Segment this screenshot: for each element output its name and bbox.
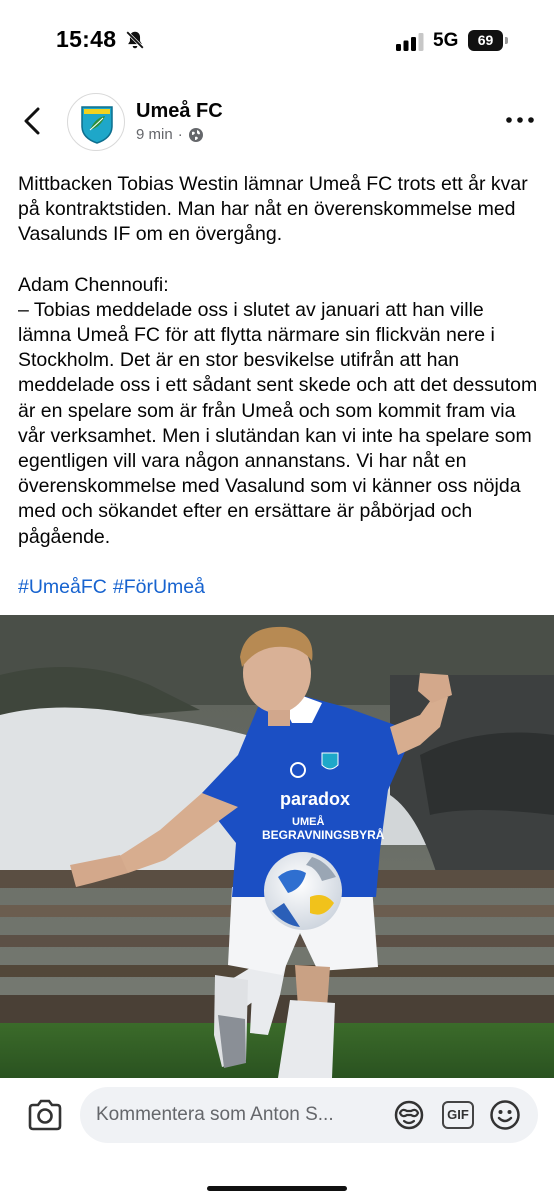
post-header: Umeå FC 9 min · [0,84,554,164]
network-type: 5G [433,30,459,51]
battery-level: 69 [468,30,503,51]
status-time: 15:48 [56,26,117,52]
globe-icon [188,127,203,142]
shirt-sponsor-text: BEGRAVNINGSBYRÅ [262,827,385,842]
battery-indicator: 69 [468,30,508,51]
player-photo: paradox UMEÅ BEGRAVNINGSBYRÅ [0,615,554,1078]
page-avatar[interactable] [67,93,125,151]
shirt-sponsor-text: paradox [280,789,350,809]
post-paragraph: – Tobias meddelade oss i slutet av janua… [18,298,538,548]
status-bar: 15:48 5G 69 [0,0,554,84]
comment-placeholder: Kommentera som Anton S... [96,1104,334,1125]
gif-button[interactable]: GIF [442,1101,474,1129]
emoji-icon[interactable] [489,1099,521,1131]
post-photo[interactable]: paradox UMEÅ BEGRAVNINGSBYRÅ [0,615,554,1078]
home-indicator[interactable] [207,1186,347,1191]
camera-icon[interactable] [26,1098,64,1132]
shirt-sponsor-text: UMEÅ [292,815,324,828]
more-options-icon[interactable] [504,108,536,132]
avatar-sticker-icon[interactable] [392,1099,426,1131]
signal-bars-icon [396,33,424,51]
meta-separator: · [177,126,183,143]
post-time[interactable]: 9 min [136,126,173,143]
post-paragraph: Adam Chennoufi: [18,273,169,296]
page-name[interactable]: Umeå FC [136,100,223,123]
comment-input[interactable]: Kommentera som Anton S... GIF [80,1087,538,1143]
comment-bar: Kommentera som Anton S... GIF [0,1078,554,1200]
back-chevron-icon[interactable] [18,104,48,138]
post-paragraph: Mittbacken Tobias Westin lämnar Umeå FC … [18,173,528,246]
post-meta: 9 min · [136,126,204,143]
bell-slash-icon [126,31,144,49]
post-text: Mittbacken Tobias Westin lämnar Umeå FC … [18,172,542,600]
umea-fc-logo-icon [81,106,113,144]
hashtags: #UmeåFC #FörUmeå [18,575,542,600]
hashtag-link[interactable]: #FörUmeå [113,576,205,598]
hashtag-link[interactable]: #UmeåFC [18,576,107,598]
